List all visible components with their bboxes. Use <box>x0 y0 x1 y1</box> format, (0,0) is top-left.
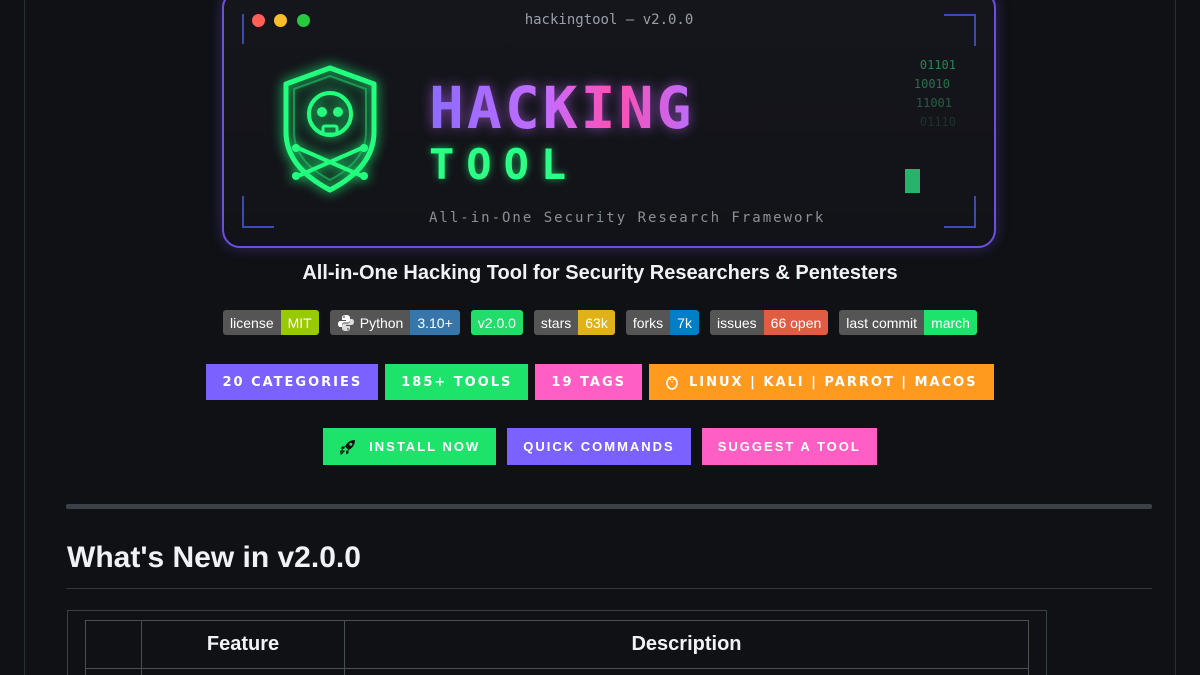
badge-value: MIT <box>280 310 319 335</box>
features-table-container[interactable]: Feature Description <box>67 610 1047 675</box>
python-icon <box>337 314 354 331</box>
version-badge[interactable]: v2.0.0 <box>470 310 523 335</box>
tools-chip: 185+ TOOLS <box>385 364 529 400</box>
quick-commands-button[interactable]: QUICK COMMANDS <box>507 428 691 465</box>
badge-label: last commit <box>839 310 925 335</box>
badge-value: v2.0.0 <box>470 310 523 335</box>
python-version-badge[interactable]: Python 3.10+ <box>329 310 460 335</box>
license-badge[interactable]: license MIT <box>223 310 319 335</box>
whats-new-heading: What's New in v2.0.0 <box>67 541 361 574</box>
table-header-row: Feature Description <box>85 620 1029 669</box>
binary-line: 01101 <box>919 58 956 72</box>
badge-label: Python <box>359 314 404 331</box>
window-title: hackingtool — v2.0.0 <box>524 12 694 28</box>
table-header-icon <box>85 620 142 669</box>
badge-label: stars <box>533 310 579 335</box>
logo-title-hacking: HACKING <box>429 74 695 142</box>
table-row <box>85 668 1029 675</box>
binary-line: 01110 <box>919 115 956 129</box>
page-border-left <box>24 0 25 675</box>
tags-chip: 19 TAGS <box>535 364 642 400</box>
suggest-tool-button[interactable]: SUGGEST A TOOL <box>701 428 877 465</box>
badge-label: license <box>223 310 281 335</box>
logo-subtitle: All-in-One Security Research Framework <box>429 210 826 226</box>
corner-bracket <box>242 14 274 44</box>
linux-penguin-icon <box>666 376 678 390</box>
badge-value: 63k <box>578 310 615 335</box>
binary-line: 11001 <box>915 96 952 110</box>
skull-shield-icon <box>283 65 377 193</box>
forks-badge[interactable]: forks 7k <box>625 310 699 335</box>
stars-badge[interactable]: stars 63k <box>533 310 615 335</box>
badge-label-wrap: Python <box>329 310 411 335</box>
categories-chip: 20 CATEGORIES <box>206 364 379 400</box>
corner-bracket <box>944 196 976 228</box>
badge-label: forks <box>625 310 671 335</box>
platforms-chip: LINUX | KALI | PARROT | MACOS <box>649 364 994 400</box>
binary-decoration: 01101 10010 11001 01110 <box>914 56 956 132</box>
badge-value: 3.10+ <box>410 310 460 335</box>
action-button-row: INSTALL NOW QUICK COMMANDS SUGGEST A TOO… <box>0 428 1200 465</box>
issues-badge[interactable]: issues 66 open <box>709 310 829 335</box>
badge-value: march <box>924 310 977 335</box>
table-header-description: Description <box>344 620 1029 669</box>
logo-title-tool: TOOL <box>429 140 579 189</box>
platforms-chip-label: LINUX | KALI | PARROT | MACOS <box>689 374 978 390</box>
heading-underline <box>66 588 1152 589</box>
section-divider <box>66 504 1152 509</box>
features-table: Feature Description <box>85 620 1029 675</box>
badge-value: 66 open <box>763 310 829 335</box>
project-tagline: All-in-One Hacking Tool for Security Res… <box>302 262 898 284</box>
stats-chip-row: 20 CATEGORIES 185+ TOOLS 19 TAGS LINUX |… <box>0 364 1200 400</box>
last-commit-badge[interactable]: last commit march <box>839 310 977 335</box>
install-now-button[interactable]: INSTALL NOW <box>323 428 497 465</box>
rocket-icon <box>339 439 356 455</box>
corner-bracket <box>242 196 274 228</box>
table-header-feature: Feature <box>141 620 345 669</box>
table-cell <box>344 668 1029 675</box>
badge-value: 7k <box>670 310 699 335</box>
terminal-cursor <box>905 169 920 193</box>
table-cell <box>141 668 345 675</box>
page-border-right <box>1175 0 1176 675</box>
corner-bracket <box>944 14 976 46</box>
badge-label: issues <box>709 310 764 335</box>
install-now-label: INSTALL NOW <box>369 439 481 454</box>
banner-image: hackingtool — v2.0.0 HACKING TOOL All-in… <box>222 0 996 248</box>
binary-line: 10010 <box>913 77 950 91</box>
badge-row: license MIT Python 3.10+ v2.0.0 stars 63… <box>0 310 1200 335</box>
table-cell <box>85 668 142 675</box>
